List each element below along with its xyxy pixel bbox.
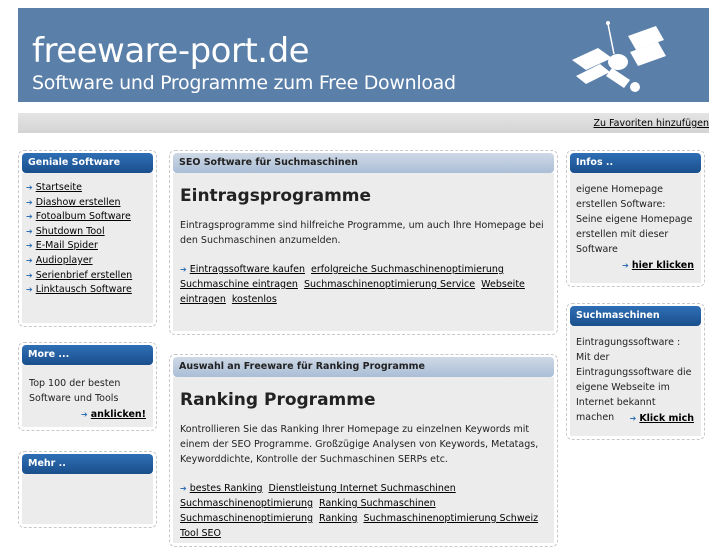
top-bar: Zu Favoriten hinzufügen — [18, 113, 709, 133]
software-nav-link[interactable]: Fotoalbum Software — [36, 211, 131, 222]
site-header: freeware-port.de Software und Programme … — [18, 8, 709, 102]
suchmaschinen-box-link[interactable]: ➔ Klick mich — [630, 413, 694, 424]
suchmaschinen-box-title: Suchmaschinen — [570, 306, 701, 326]
software-nav-item[interactable]: ➔ Audioplayer — [26, 254, 132, 269]
suchmaschinen-box-text: Eintragungssoftware : Mit der Eintragung… — [576, 337, 692, 423]
software-nav-link[interactable]: Linktausch Software — [36, 284, 132, 295]
software-nav: ➔ Startseite ➔ Diashow erstellen ➔ Fotoalbum … — [26, 181, 132, 298]
arrow-right-icon: ➔ — [26, 255, 33, 265]
keyword-link[interactable]: Suchmaschinenoptimierung Service — [304, 279, 475, 290]
mehr-box-title: Mehr .. — [22, 454, 153, 474]
ranking-description: Kontrollieren Sie das Ranking Ihrer Home… — [180, 424, 539, 465]
more-box-link[interactable]: ➔ anklicken! — [81, 409, 146, 420]
keyword-link[interactable]: Ranking — [319, 513, 357, 524]
seo-software-box: SEO Software für Suchmaschinen Eintragsp… — [169, 150, 558, 335]
software-nav-item[interactable]: ➔ Startseite — [26, 181, 132, 196]
software-nav-link[interactable]: Serienbrief erstellen — [36, 270, 132, 281]
infos-box-text: eigene Homepage erstellen Software: Sein… — [576, 184, 693, 255]
keyword-link[interactable]: Suchmaschine eintragen — [180, 279, 298, 290]
keyword-link[interactable]: Eintragssoftware kaufen — [190, 264, 305, 275]
site-title[interactable]: freeware-port.de — [32, 34, 310, 68]
software-nav-link[interactable]: Shutdown Tool — [36, 226, 105, 237]
ranking-links: ➔ bestes Ranking Dienstleistung Internet … — [180, 481, 550, 541]
infos-box-title: Infos .. — [570, 153, 701, 173]
software-nav-item[interactable]: ➔ Linktausch Software — [26, 283, 132, 298]
arrow-right-icon: ➔ — [81, 410, 88, 419]
arrow-right-icon: ➔ — [26, 285, 33, 295]
software-nav-link[interactable]: E-Mail Spider — [36, 240, 98, 251]
software-nav-link[interactable]: Startseite — [36, 182, 82, 193]
more-box: More ... Top 100 der besten Software und… — [18, 342, 157, 431]
arrow-right-icon: ➔ — [180, 265, 187, 274]
software-nav-item[interactable]: ➔ Shutdown Tool — [26, 225, 132, 240]
software-nav-item[interactable]: ➔ Serienbrief erstellen — [26, 269, 132, 284]
keyword-link[interactable]: Suchmaschinenoptimierung Schweiz — [364, 513, 539, 524]
software-box-title: Geniale Software — [22, 153, 153, 173]
infos-box: Infos .. eigene Homepage erstellen Softw… — [566, 150, 705, 287]
keyword-link[interactable]: kostenlos — [232, 294, 277, 305]
more-box-title: More ... — [22, 345, 153, 365]
more-link[interactable]: anklicken! — [91, 409, 146, 420]
suchmaschinen-box: Suchmaschinen Eintragungssoftware : Mit … — [566, 303, 705, 440]
keyword-link[interactable]: Tool SEO — [180, 528, 221, 539]
keyword-link[interactable]: Suchmaschinenoptimierung — [180, 498, 313, 509]
software-nav-item[interactable]: ➔ Fotoalbum Software — [26, 210, 132, 225]
infos-box-link[interactable]: ➔ hier klicken — [622, 260, 694, 271]
keyword-link[interactable]: bestes Ranking — [190, 483, 263, 494]
hier-klicken-link[interactable]: hier klicken — [632, 260, 694, 271]
seo-box-title: SEO Software für Suchmaschinen — [173, 153, 554, 173]
klick-mich-link[interactable]: Klick mich — [639, 413, 694, 424]
keyword-link[interactable]: erfolgreiche Suchmaschinenoptimierung — [311, 264, 504, 275]
mehr-box: Mehr .. — [18, 451, 157, 528]
software-box: Geniale Software ➔ Startseite ➔ Diashow ers… — [18, 150, 157, 327]
arrow-right-icon: ➔ — [26, 197, 33, 207]
ranking-box-title: Auswahl an Freeware für Ranking Programm… — [173, 357, 554, 377]
software-nav-item[interactable]: ➔ Diashow erstellen — [26, 196, 132, 211]
keyword-link[interactable]: Dienstleistung Internet Suchmaschinen — [269, 483, 456, 494]
satellite-logo-icon — [572, 21, 666, 92]
more-box-text: Top 100 der besten Software und Tools — [29, 378, 121, 404]
software-nav-link[interactable]: Audioplayer — [36, 255, 93, 266]
arrow-right-icon: ➔ — [26, 183, 33, 192]
eintragsprogramme-heading: Eintragsprogramme — [180, 186, 372, 206]
software-nav-link[interactable]: Diashow erstellen — [36, 197, 121, 208]
keyword-link[interactable]: Suchmaschinenoptimierung — [180, 513, 313, 524]
arrow-right-icon: ➔ — [26, 241, 33, 251]
arrow-right-icon: ➔ — [629, 414, 637, 423]
arrow-right-icon: ➔ — [180, 484, 187, 493]
add-favorites-link[interactable]: Zu Favoriten hinzufügen — [593, 118, 709, 129]
arrow-right-icon: ➔ — [26, 212, 33, 222]
arrow-right-icon: ➔ — [622, 261, 629, 270]
ranking-heading: Ranking Programme — [180, 390, 376, 410]
site-subtitle: Software und Programme zum Free Download — [32, 72, 456, 94]
eintragsprogramme-description: Eintragsprogramme sind hilfreiche Progra… — [180, 220, 544, 246]
arrow-right-icon: ➔ — [26, 270, 33, 280]
software-nav-item[interactable]: ➔ E-Mail Spider — [26, 239, 132, 254]
arrow-right-icon: ➔ — [26, 226, 33, 236]
keyword-link[interactable]: Ranking Suchmaschinen — [319, 498, 436, 509]
ranking-box: Auswahl an Freeware für Ranking Programm… — [169, 354, 558, 547]
seo-links: ➔ Eintragssoftware kaufen erfolgreiche Su… — [180, 262, 550, 307]
